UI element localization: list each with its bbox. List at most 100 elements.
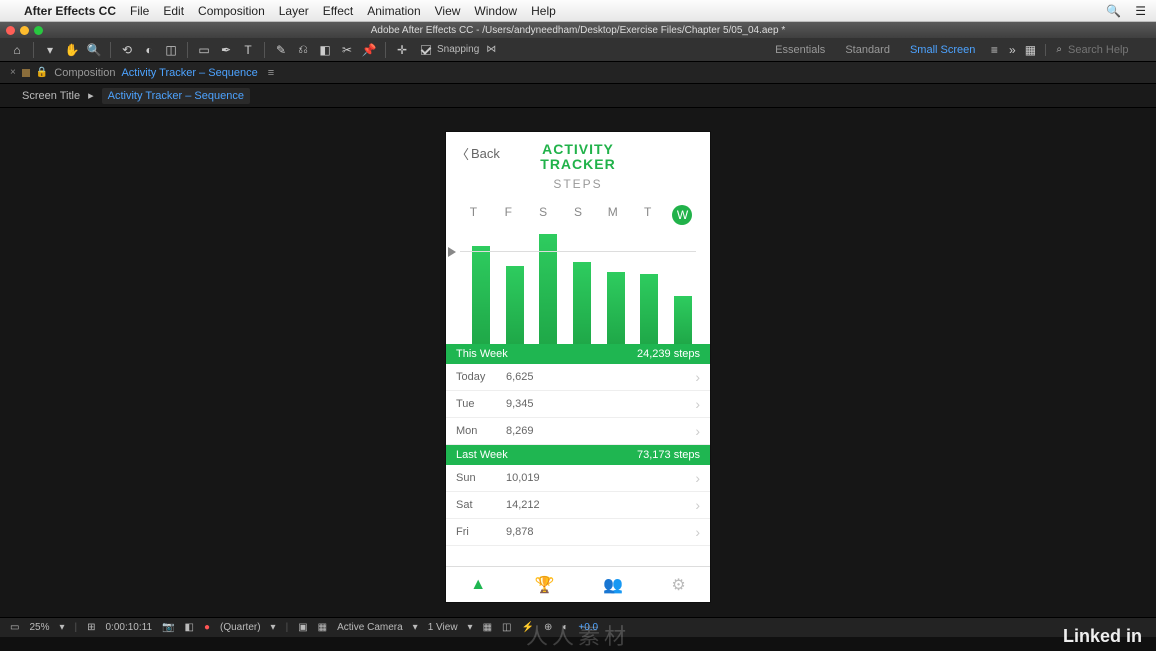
chevron-right-icon: › xyxy=(695,423,700,439)
brush-tool-icon[interactable]: ✎ xyxy=(272,41,290,59)
anchor-tool-icon[interactable]: ◫ xyxy=(162,41,180,59)
panel-menu-icon[interactable]: ≡ xyxy=(268,67,274,79)
rotate-tool-icon[interactable]: ◐ xyxy=(140,41,158,59)
minimize-window-icon[interactable] xyxy=(20,26,29,35)
day-s1[interactable]: S xyxy=(533,205,553,225)
day-t2[interactable]: T xyxy=(638,205,658,225)
list-item[interactable]: Tue9,345› xyxy=(446,391,710,418)
list-item[interactable]: Today6,625› xyxy=(446,364,710,391)
last-week-list: Sun10,019› Sat14,212› Fri9,878› xyxy=(446,465,710,546)
panel-type-label: Composition xyxy=(54,67,115,79)
breadcrumb: Screen Title ▸ Activity Tracker – Sequen… xyxy=(0,84,1156,108)
ruler-icon[interactable]: ⊞ xyxy=(87,622,95,633)
window-titlebar: Adobe After Effects CC - /Users/andyneed… xyxy=(0,22,1156,38)
close-panel-icon[interactable]: × xyxy=(10,67,16,78)
snapshot-icon[interactable]: 📷 xyxy=(162,622,174,633)
camera-select[interactable]: Active Camera xyxy=(337,622,403,633)
type-tool-icon[interactable]: T xyxy=(239,41,257,59)
window-traffic-lights[interactable] xyxy=(6,26,43,35)
home-icon[interactable]: ⌂ xyxy=(8,41,26,59)
shape-tool-icon[interactable]: ▭ xyxy=(195,41,213,59)
snapping-magnet-icon[interactable]: ⋈ xyxy=(486,44,496,55)
flowchart-icon[interactable]: ◐ xyxy=(562,622,568,633)
views-select[interactable]: 1 View xyxy=(428,622,458,633)
list-item[interactable]: Sun10,019› xyxy=(446,465,710,492)
day-m[interactable]: M xyxy=(603,205,623,225)
chevron-right-icon: › xyxy=(695,497,700,513)
friends-tab-icon[interactable]: 👥 xyxy=(603,575,623,595)
menu-app[interactable]: After Effects CC xyxy=(24,4,116,18)
pixel-aspect-icon[interactable]: ◫ xyxy=(502,622,511,633)
roto-tool-icon[interactable]: ✂ xyxy=(338,41,356,59)
menubar-list-icon[interactable]: ☰ xyxy=(1135,4,1146,18)
mask-toggle-icon[interactable]: ▭ xyxy=(10,622,19,633)
hand-tool-icon[interactable]: ✋ xyxy=(63,41,81,59)
composition-viewer[interactable]: 〈 Back ACTIVITY TRACKER STEPS T F S S M … xyxy=(0,108,1156,617)
puppet-tool-icon[interactable]: 📌 xyxy=(360,41,378,59)
menu-layer[interactable]: Layer xyxy=(279,4,309,18)
exposure-value[interactable]: +0.0 xyxy=(578,622,598,633)
pen-tool-icon[interactable]: ✒ xyxy=(217,41,235,59)
list-item[interactable]: Fri9,878› xyxy=(446,519,710,546)
bar-1 xyxy=(506,266,524,344)
search-help-input[interactable] xyxy=(1068,44,1148,56)
resolution-dropdown[interactable]: (Quarter) xyxy=(220,622,261,633)
axis-tool-icon[interactable]: ✛ xyxy=(393,41,411,59)
day-s2[interactable]: S xyxy=(568,205,588,225)
channel-icon[interactable]: ● xyxy=(204,622,210,633)
orbit-tool-icon[interactable]: ⟲ xyxy=(118,41,136,59)
bar-0 xyxy=(472,246,490,344)
res-dropdown-icon[interactable]: ▾ xyxy=(271,622,276,633)
selection-tool-icon[interactable]: ▾ xyxy=(41,41,59,59)
linkedin-logo: Linked in xyxy=(1063,626,1142,647)
eraser-tool-icon[interactable]: ◧ xyxy=(316,41,334,59)
snapping-checkbox[interactable] xyxy=(421,45,431,55)
workspace-menu-icon[interactable]: ≡ xyxy=(985,41,1003,59)
day-w[interactable]: W xyxy=(672,205,692,225)
lock-icon[interactable]: 🔒 xyxy=(36,67,48,78)
breadcrumb-current[interactable]: Activity Tracker – Sequence xyxy=(102,88,250,104)
show-snapshot-icon[interactable]: ◧ xyxy=(184,622,193,633)
views-dropdown-icon[interactable]: ▾ xyxy=(468,622,473,633)
menu-effect[interactable]: Effect xyxy=(323,4,353,18)
list-item[interactable]: Sat14,212› xyxy=(446,492,710,519)
transparency-grid-icon[interactable]: ▦ xyxy=(1021,41,1039,59)
breadcrumb-root[interactable]: Screen Title xyxy=(22,90,80,102)
zoom-dropdown-icon[interactable]: ▾ xyxy=(59,622,64,633)
timecode[interactable]: 0:00:10:11 xyxy=(106,622,153,633)
camera-dropdown-icon[interactable]: ▾ xyxy=(413,622,418,633)
timeline-icon[interactable]: ⊕ xyxy=(544,622,552,633)
phone-mockup: 〈 Back ACTIVITY TRACKER STEPS T F S S M … xyxy=(446,132,710,602)
menu-edit[interactable]: Edit xyxy=(163,4,184,18)
workspace-standard[interactable]: Standard xyxy=(835,42,900,58)
zoom-tool-icon[interactable]: 🔍 xyxy=(85,41,103,59)
this-week-total: 24,239 steps xyxy=(637,348,700,360)
zoom-window-icon[interactable] xyxy=(34,26,43,35)
zoom-level[interactable]: 25% xyxy=(29,622,49,633)
menu-window[interactable]: Window xyxy=(474,4,517,18)
goal-marker-icon xyxy=(448,247,456,257)
day-f[interactable]: F xyxy=(498,205,518,225)
close-window-icon[interactable] xyxy=(6,26,15,35)
spotlight-icon[interactable]: 🔍 xyxy=(1106,4,1121,18)
menu-file[interactable]: File xyxy=(130,4,149,18)
menu-composition[interactable]: Composition xyxy=(198,4,265,18)
day-t[interactable]: T xyxy=(463,205,483,225)
menu-view[interactable]: View xyxy=(435,4,461,18)
achievements-tab-icon[interactable]: 🏆 xyxy=(535,575,555,595)
menu-help[interactable]: Help xyxy=(531,4,556,18)
panel-comp-name[interactable]: Activity Tracker – Sequence xyxy=(121,67,257,79)
roi-icon[interactable]: ▣ xyxy=(298,622,307,633)
workspace-small-screen[interactable]: Small Screen xyxy=(900,42,985,58)
grid-icon[interactable]: ▦ xyxy=(318,622,327,633)
settings-tab-icon[interactable]: ⚙ xyxy=(671,575,685,595)
back-button[interactable]: 〈 Back xyxy=(456,144,500,163)
menu-animation[interactable]: Animation xyxy=(367,4,420,18)
clone-tool-icon[interactable]: ⎌ xyxy=(294,41,312,59)
list-item[interactable]: Mon8,269› xyxy=(446,418,710,445)
dashboard-tab-icon[interactable]: ▲ xyxy=(470,576,486,594)
workspace-essentials[interactable]: Essentials xyxy=(765,42,835,58)
3d-view-icon[interactable]: ▦ xyxy=(483,622,492,633)
workspace-overflow-icon[interactable]: » xyxy=(1003,41,1021,59)
fast-preview-icon[interactable]: ⚡ xyxy=(521,622,533,633)
